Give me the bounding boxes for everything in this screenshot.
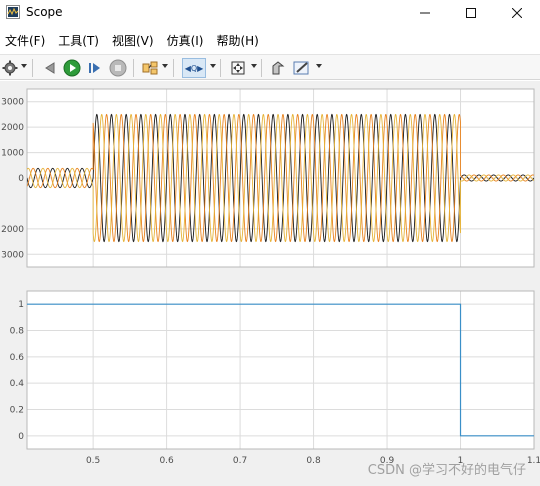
scope-plots: 3000 2000 1000 0 2000 3000 1 0.8 0.6 0.4 0.2 0 0.5 0… xyxy=(1,88,540,466)
menu-bar: 文件(F) 工具(T) 视图(V) 仿真(I) 帮助(H) xyxy=(0,28,540,52)
y-tick-label: 1000 xyxy=(1,149,24,159)
toolbar-separator xyxy=(133,59,134,77)
edit-icon xyxy=(293,61,309,75)
toolbar: ◀Q▶ xyxy=(0,54,540,80)
y-tick-label: 2000 xyxy=(1,225,24,235)
y-tick-label: 3000 xyxy=(1,98,24,108)
title-bar: Scope xyxy=(0,0,540,26)
step-forward-button[interactable] xyxy=(85,58,105,78)
settings-button[interactable] xyxy=(0,58,20,78)
menu-file[interactable]: 文件(F) xyxy=(0,32,53,49)
fit-view-icon xyxy=(231,61,245,75)
highlight-button[interactable] xyxy=(140,58,160,78)
y-tick-label: 2000 xyxy=(1,123,24,133)
y-tick-label: 1 xyxy=(18,300,24,310)
minimize-button[interactable] xyxy=(402,0,448,26)
zoom-dropdown-icon[interactable] xyxy=(210,64,216,68)
run-button[interactable] xyxy=(62,58,82,78)
edit-dropdown-icon[interactable] xyxy=(316,64,322,68)
stop-button[interactable] xyxy=(108,58,128,78)
x-tick-label: 0.5 xyxy=(86,456,100,466)
menu-view[interactable]: 视图(V) xyxy=(107,32,162,49)
axes-background xyxy=(27,291,534,449)
x-tick-label: 1.1 xyxy=(527,456,540,466)
maximize-icon xyxy=(466,8,476,18)
y-tick-label: 0.4 xyxy=(10,379,25,389)
edit-button[interactable] xyxy=(292,58,312,78)
scope-plot-area: 3000 2000 1000 0 2000 3000 1 0.8 0.6 0.4 0.2 0 0.5 0… xyxy=(0,81,540,486)
zoom-icon: ◀Q▶ xyxy=(185,64,204,73)
fit-view-button[interactable] xyxy=(228,58,248,78)
toolbar-separator xyxy=(32,59,33,77)
csdn-watermark: CSDN @学习不好的电气仔 xyxy=(367,463,526,478)
x-tick-label: 0.8 xyxy=(306,456,321,466)
maximize-button[interactable] xyxy=(448,0,494,26)
toolbar-separator xyxy=(173,59,174,77)
y-tick-label: 3000 xyxy=(1,250,24,260)
x-tick-label: 0.7 xyxy=(233,456,247,466)
x-tick-label: 0.6 xyxy=(159,456,174,466)
y-tick-label: 0 xyxy=(18,174,24,184)
y-tick-label: 0.2 xyxy=(10,406,24,416)
settings-icon xyxy=(2,60,18,76)
close-button[interactable] xyxy=(494,0,540,26)
zoom-button[interactable]: ◀Q▶ xyxy=(182,58,206,78)
fit-view-dropdown-icon[interactable] xyxy=(251,64,257,68)
toolbar-separator xyxy=(220,59,221,77)
menu-tools[interactable]: 工具(T) xyxy=(53,32,107,49)
stop-icon xyxy=(109,59,127,77)
scope-app-icon xyxy=(6,5,20,19)
arrow-back-icon xyxy=(45,62,55,74)
y-tick-label: 0.8 xyxy=(10,327,25,337)
waveform-axes[interactable]: 3000 2000 1000 0 2000 3000 xyxy=(1,88,535,268)
minimize-icon xyxy=(420,12,430,14)
svg-text:◀Q▶: ◀Q▶ xyxy=(185,64,204,73)
menu-simulation[interactable]: 仿真(I) xyxy=(162,32,212,49)
window-title: Scope xyxy=(26,5,63,19)
run-icon xyxy=(63,59,81,77)
close-icon xyxy=(512,8,522,18)
y-tick-label: 0 xyxy=(18,432,24,442)
step-forward-icon xyxy=(89,63,100,73)
y-tick-label: 0.6 xyxy=(10,353,25,363)
restore-button[interactable] xyxy=(268,58,288,78)
settings-dropdown-icon[interactable] xyxy=(21,64,27,68)
restore-icon xyxy=(272,61,285,75)
back-button[interactable] xyxy=(40,58,60,78)
menu-help[interactable]: 帮助(H) xyxy=(211,32,266,49)
step-signal-axes[interactable]: 10.80.60.40.200.5 0.6 0.7 0.8 0.9 1 1.1 xyxy=(10,290,540,466)
highlight-dropdown-icon[interactable] xyxy=(162,64,168,68)
highlight-icon xyxy=(142,61,158,75)
toolbar-separator xyxy=(261,59,262,77)
